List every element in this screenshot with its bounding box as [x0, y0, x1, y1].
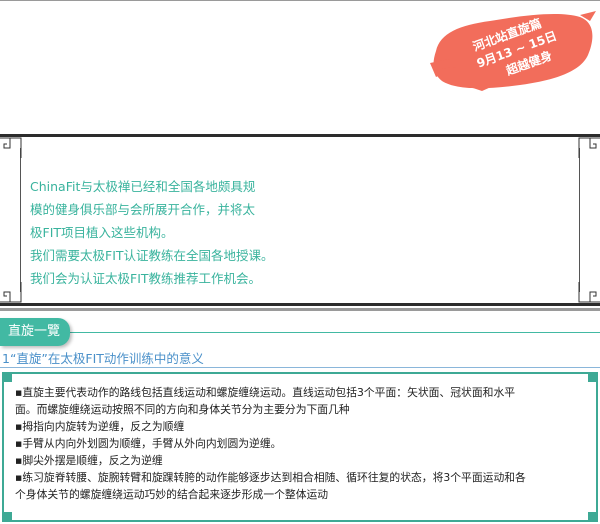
section-tab: 直旋一覽 [0, 318, 70, 346]
content-line: ▪拇指向内旋转为逆缠，反之为顺缠 [15, 420, 185, 433]
intro-line: 极FIT项目植入这些机构。 [30, 225, 174, 240]
corner-ornament-icon [0, 282, 22, 303]
content-line: 面。而螺旋缠绕运动按照不同的方向和身体关节分为主要分为下面几种 [15, 403, 350, 416]
content-line: ▪脚尖外摆是顺缠，反之为逆缠 [15, 454, 163, 467]
content-box: ▪直旋主要代表动作的路线包括直线运动和螺旋缠绕运动。直线运动包括3个平面：矢状面… [2, 372, 598, 522]
section-subheading: 1“直旋”在太极FIT动作训练中的意义 [2, 351, 204, 366]
box-corner [2, 512, 12, 522]
content-paragraph: ▪直旋主要代表动作的路线包括直线运动和螺旋缠绕运动。直线运动包括3个平面：矢状面… [15, 384, 583, 503]
intro-line: 模的健身俱乐部与会所展开合作，并将太 [30, 202, 256, 217]
corner-ornament-icon [578, 137, 600, 158]
content-line: ▪手臂从内向外划圆为顺缠，手臂从外向内划圆为逆缠。 [15, 437, 282, 450]
box-corner [588, 372, 598, 382]
subheading-rule [0, 367, 600, 368]
frame-top-border [0, 134, 600, 137]
content-line: ▪练习旋脊转腰、旋腕转臂和旋踝转胯的动作能够逐步达到相合相随、循环往复的状态，将… [15, 471, 526, 484]
content-line: ▪直旋主要代表动作的路线包括直线运动和螺旋缠绕运动。直线运动包括3个平面：矢状面… [15, 386, 516, 399]
frame-bottom-border [0, 303, 600, 306]
intro-frame: ChinaFit与太极禅已经和全国各地颇具规 模的健身俱乐部与会所展开合作，并将… [0, 134, 600, 306]
intro-line: 我们会为认证太极FIT教练推荐工作机会。 [30, 271, 262, 286]
content-line: 个身体关节的螺旋缠绕运动巧妙的结合起来逐步形成一个整体运动 [15, 488, 329, 501]
intro-line: 我们需要太极FIT认证教练在全国各地授课。 [30, 248, 274, 263]
section-divider [0, 308, 600, 311]
section-rule [0, 332, 600, 333]
frame-left-border [20, 148, 21, 292]
promo-badge: 河北站直旋篇 9月13 ~ 15日 超越健身 [430, 11, 596, 91]
intro-line: ChinaFit与太极禅已经和全国各地颇具规 [30, 179, 256, 194]
box-corner [588, 512, 598, 522]
corner-ornament-icon [0, 137, 22, 158]
box-corner [2, 372, 12, 382]
intro-paragraph: ChinaFit与太极禅已经和全国各地颇具规 模的健身俱乐部与会所展开合作，并将… [30, 175, 330, 290]
frame-right-border [579, 148, 580, 292]
header-band: 河北站直旋篇 9月13 ~ 15日 超越健身 [0, 0, 600, 128]
corner-ornament-icon [578, 282, 600, 303]
